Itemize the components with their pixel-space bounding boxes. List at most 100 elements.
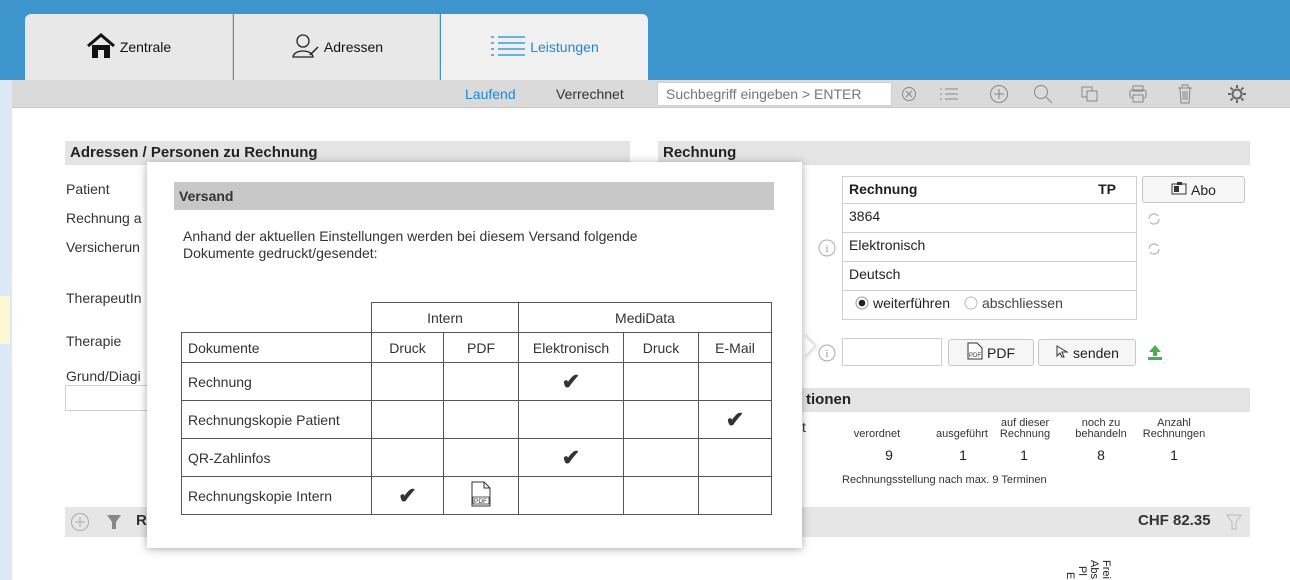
radio-abschliessen[interactable]: abschliessen (964, 295, 1063, 311)
rotated-header: E (1064, 572, 1076, 580)
pdf-icon[interactable]: PDF (471, 481, 491, 510)
versand-popover: Versand Anhand der aktuellen Einstellung… (147, 162, 802, 548)
label-therapie: Therapie (66, 333, 122, 349)
cell-empty (698, 438, 772, 477)
diagnosis-field[interactable] (65, 385, 155, 411)
positions-note: Rechnungsstellung nach max. 9 Terminen (842, 474, 1047, 486)
trash-icon[interactable] (1173, 83, 1197, 105)
invoice-type-field[interactable]: Rechnung TP (842, 176, 1137, 204)
documents-table: Intern MediData Dokumente Druck PDF Elek… (181, 302, 772, 515)
tab-zentrale[interactable]: Zentrale (25, 14, 233, 80)
table-row: Rechnungskopie Intern ✔ PDF (181, 476, 772, 515)
total-amount: CHF 82.35 (1138, 512, 1211, 529)
checkmark-icon: ✔ (725, 406, 745, 432)
copy-icon[interactable] (1078, 83, 1102, 105)
rotated-header: Pl (1076, 566, 1088, 576)
col-intern-pdf: PDF (443, 332, 519, 363)
cell-empty (698, 476, 772, 515)
rotated-header: Abs (1088, 560, 1100, 579)
cell-empty (371, 362, 444, 401)
group-medidata: MediData (518, 302, 772, 333)
cell-empty (371, 400, 444, 439)
popover-description: Anhand der aktuellen Einstellungen werde… (183, 228, 638, 261)
send-label: senden (1073, 344, 1119, 361)
cursor-icon (1055, 344, 1069, 361)
tab-leistungen[interactable]: Leistungen (441, 14, 648, 80)
col-auf-dieser-rechnung: auf dieser Rechnung (999, 417, 1051, 440)
clear-icon[interactable] (897, 83, 921, 105)
upload-icon[interactable] (1146, 343, 1164, 364)
cell-empty (371, 438, 444, 477)
value-verordnet: 9 (885, 447, 893, 463)
info-icon[interactable]: i (818, 344, 836, 365)
col-elektronisch: Elektronisch (518, 332, 624, 363)
checkmark-icon: ✔ (398, 482, 417, 508)
value-noch-zu-behandeln: 8 (1097, 447, 1105, 463)
cell-check: ✔ (518, 362, 624, 401)
cell-check: ✔ (518, 438, 624, 477)
sub-toolbar: Laufend Verrechnet (12, 80, 1290, 108)
search-icon[interactable] (1031, 83, 1055, 105)
subtab-verrechnet[interactable]: Verrechnet (556, 86, 624, 102)
table-row: QR-Zahlinfos ✔ (181, 438, 772, 477)
col-anzahl-rechnungen: Anzahl Rechnungen (1142, 417, 1206, 440)
svg-text:i: i (826, 348, 829, 360)
group-intern: Intern (371, 302, 519, 333)
value-ausgefuehrt: 1 (959, 447, 967, 463)
language-field[interactable]: Deutsch (842, 261, 1137, 291)
radio-label: weiterführen (873, 295, 951, 311)
cell-empty (698, 362, 772, 401)
cell-empty (623, 362, 699, 401)
table-row: Rechnungskopie Patient ✔ (181, 400, 772, 439)
list-icon[interactable] (937, 83, 961, 105)
gear-icon[interactable] (1225, 83, 1249, 105)
abo-button[interactable]: Abo (1142, 176, 1245, 203)
cell-empty (623, 438, 699, 477)
svg-text:PDF: PDF (474, 498, 487, 505)
col-ausgefuehrt: ausgeführt (936, 428, 988, 440)
svg-text:PDF: PDF (969, 353, 981, 359)
subtab-laufend[interactable]: Laufend (465, 86, 516, 102)
search-input[interactable] (657, 82, 892, 106)
pdf-label: PDF (987, 344, 1015, 361)
info-icon[interactable]: i (818, 239, 836, 260)
radio-weiterfuehren[interactable]: weiterführen (855, 295, 950, 311)
filter-clear-icon[interactable] (1226, 514, 1242, 533)
cell-empty (443, 362, 519, 401)
top-bar: Zentrale Adressen Leistungen (0, 0, 1290, 80)
delivery-field[interactable]: Elektronisch (842, 232, 1137, 262)
abo-label: Abo (1191, 181, 1216, 198)
pdf-icon: PDF (967, 342, 983, 363)
tab-adressen[interactable]: Adressen (234, 14, 440, 80)
checkmark-icon: ✔ (561, 444, 581, 470)
print-icon[interactable] (1126, 83, 1150, 105)
send-button[interactable]: senden (1038, 339, 1136, 366)
left-strip (0, 0, 12, 580)
row-label: Rechnungskopie Intern (181, 476, 372, 515)
pdf-button[interactable]: PDF PDF (948, 339, 1034, 366)
cell-empty (443, 438, 519, 477)
cell-empty (443, 400, 519, 439)
table-corner (181, 302, 372, 333)
popover-title: Versand (174, 182, 774, 210)
value-auf-dieser-rechnung: 1 (1020, 447, 1028, 463)
invoice-type-code: TP (1098, 181, 1116, 197)
label-rechnung-an: Rechnung a (66, 210, 142, 226)
filter-icon[interactable] (106, 514, 122, 533)
invoice-number-field[interactable]: 3864 (842, 203, 1137, 233)
svg-text:i: i (826, 243, 829, 255)
add-icon[interactable] (70, 512, 90, 535)
home-icon (86, 32, 120, 62)
send-input[interactable] (842, 338, 942, 366)
row-label: Rechnung (181, 362, 372, 401)
person-icon (290, 33, 324, 62)
refresh-icon[interactable] (1146, 241, 1162, 260)
footer-letter: R (136, 512, 147, 529)
table-row: Rechnung ✔ (181, 362, 772, 401)
add-icon[interactable] (987, 83, 1011, 105)
label-grund-diagnose: Grund/Diagi (66, 368, 141, 384)
table-group-row: Intern MediData (181, 302, 772, 333)
refresh-icon[interactable] (1146, 211, 1162, 230)
cell-empty (623, 400, 699, 439)
radio-label: abschliessen (981, 295, 1063, 311)
